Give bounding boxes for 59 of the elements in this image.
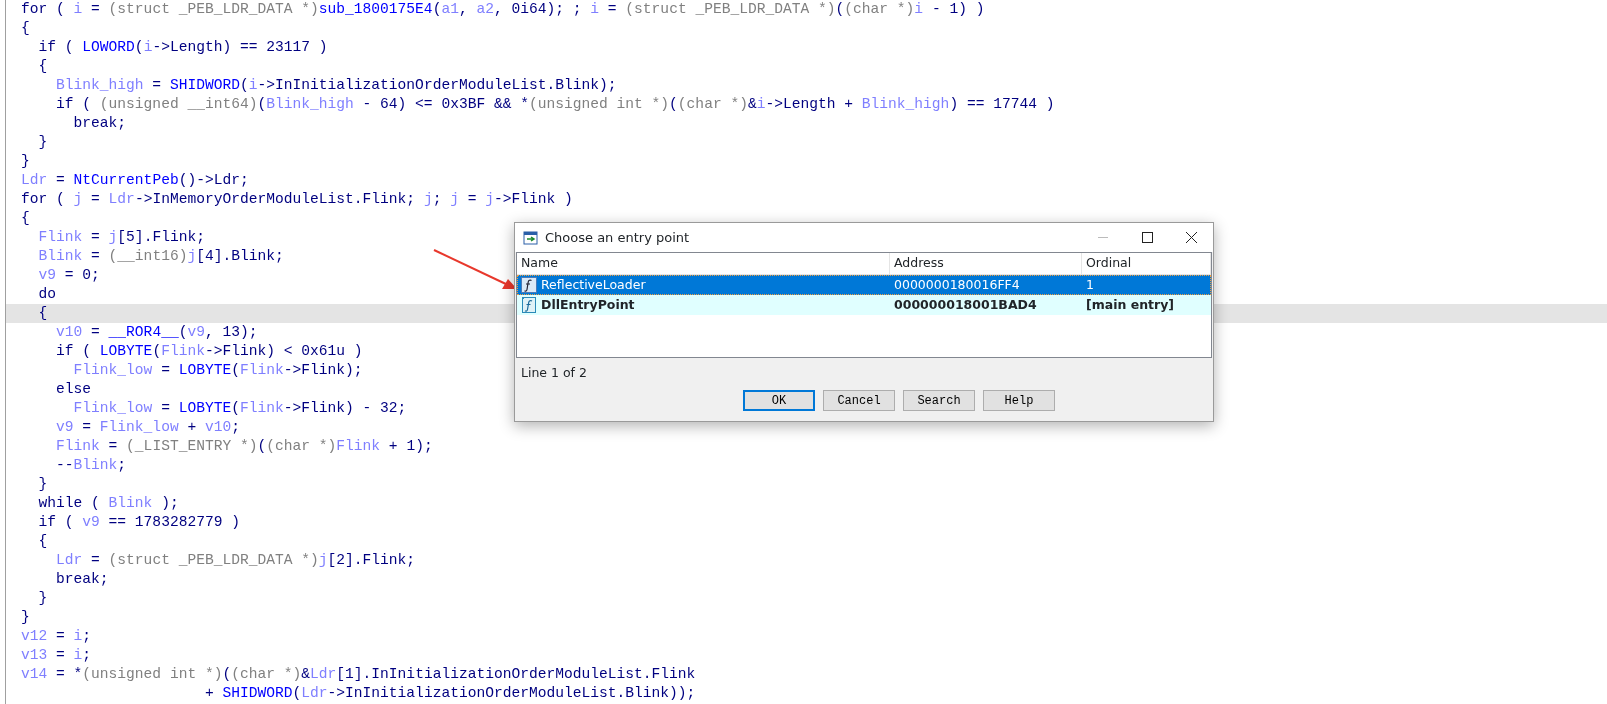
code-line: } bbox=[21, 608, 30, 627]
dialog-button[interactable]: Cancel bbox=[823, 390, 895, 411]
maximize-icon[interactable] bbox=[1141, 232, 1153, 243]
list-row[interactable]: DllEntryPoint 000000018001BAD4 [main entry] bbox=[517, 295, 1211, 315]
code-line: { bbox=[21, 209, 30, 228]
code-line: Flink = j[5].Flink; bbox=[37, 228, 205, 247]
column-header[interactable]: Address bbox=[890, 253, 1082, 274]
code-line: } bbox=[37, 589, 48, 608]
list-row[interactable]: ReflectiveLoader 0000000180016FF4 1 bbox=[517, 275, 1211, 295]
code-line: Ldr = (struct _PEB_LDR_DATA *)j[2].Flink; bbox=[55, 551, 416, 570]
code-line: Flink_low = LOBYTE(Flink->Flink) - 32; bbox=[72, 399, 407, 418]
entry-name: DllEntryPoint bbox=[541, 295, 635, 314]
entry-address: 000000018001BAD4 bbox=[894, 295, 1037, 314]
entry-name: ReflectiveLoader bbox=[541, 275, 646, 294]
code-line: { bbox=[21, 19, 30, 38]
code-line: if ( LOWORD(i->Length) == 23117 ) bbox=[37, 38, 328, 57]
entry-address: 0000000180016FF4 bbox=[894, 275, 1020, 294]
code-line: Flink_low = LOBYTE(Flink->Flink); bbox=[72, 361, 363, 380]
code-line: + SHIDWORD(Ldr->InInitializationOrderModuleList.Blink)); bbox=[203, 684, 696, 703]
code-line: v13 = i; bbox=[21, 646, 92, 665]
code-line: } bbox=[21, 152, 30, 171]
code-line: do bbox=[37, 285, 57, 304]
code-line: if ( LOBYTE(Flink->Flink) < 0x61u ) bbox=[55, 342, 363, 361]
status-text: Line 1 of 2 bbox=[521, 365, 587, 380]
code-line: --Blink; bbox=[55, 456, 127, 475]
dialog-button[interactable]: Help bbox=[983, 390, 1055, 411]
dialog-button[interactable]: Search bbox=[903, 390, 975, 411]
code-line: Blink = (__int16)j[4].Blink; bbox=[37, 247, 284, 266]
code-line: { bbox=[37, 532, 48, 551]
code-line: if ( v9 == 1783282779 ) bbox=[37, 513, 240, 532]
code-line: for ( i = (struct _PEB_LDR_DATA *)sub_1800175E4(a1, a2, 0i64); ; i = (struct _PEB_LDR_DATA *)((char *)i - 1) ) bbox=[21, 0, 985, 19]
code-line: Flink = (_LIST_ENTRY *)((char *)Flink + 1); bbox=[55, 437, 433, 456]
entry-ordinal: 1 bbox=[1086, 275, 1094, 294]
code-line: while ( Blink ); bbox=[37, 494, 179, 513]
column-header[interactable]: Ordinal bbox=[1082, 253, 1211, 274]
dialog-title: Choose an entry point bbox=[545, 228, 691, 247]
code-line: } bbox=[37, 133, 48, 152]
code-line: { bbox=[37, 304, 48, 323]
code-line: { bbox=[37, 57, 48, 76]
code-line: v10 = __ROR4__(v9, 13); bbox=[55, 323, 258, 342]
code-line: break; bbox=[55, 570, 109, 589]
code-line: v12 = i; bbox=[21, 627, 92, 646]
code-line: if ( (unsigned __int64)(Blink_high - 64) <= 0x3BF && *(unsigned int *)((char *)&i->Length + Blink_high) == 17744 ) bbox=[55, 95, 1055, 114]
code-line: } bbox=[37, 475, 48, 494]
code-line: else bbox=[55, 380, 92, 399]
code-line: v9 = 0; bbox=[37, 266, 100, 285]
code-line: v14 = *(unsigned int *)((char *)&Ldr[1].InInitializationOrderModuleList.Flink bbox=[21, 665, 696, 684]
code-line: Blink_high = SHIDWORD(i->InInitializationOrderModuleList.Blink); bbox=[55, 76, 617, 95]
column-header[interactable]: Name bbox=[517, 253, 890, 274]
entry-ordinal: [main entry] bbox=[1086, 295, 1175, 314]
code-line: for ( j = Ldr->InMemoryOrderModuleList.Flink; j; j = j->Flink ) bbox=[21, 190, 573, 209]
close-icon[interactable] bbox=[1185, 232, 1197, 243]
app-icon bbox=[523, 229, 539, 246]
function-icon bbox=[521, 277, 537, 293]
code-line: Ldr = NtCurrentPeb()->Ldr; bbox=[21, 171, 249, 190]
code-line: break; bbox=[72, 114, 127, 133]
code-line: v9 = Flink_low + v10; bbox=[55, 418, 240, 437]
entry-function-icon bbox=[521, 296, 537, 314]
dialog-button[interactable]: OK bbox=[743, 390, 815, 411]
